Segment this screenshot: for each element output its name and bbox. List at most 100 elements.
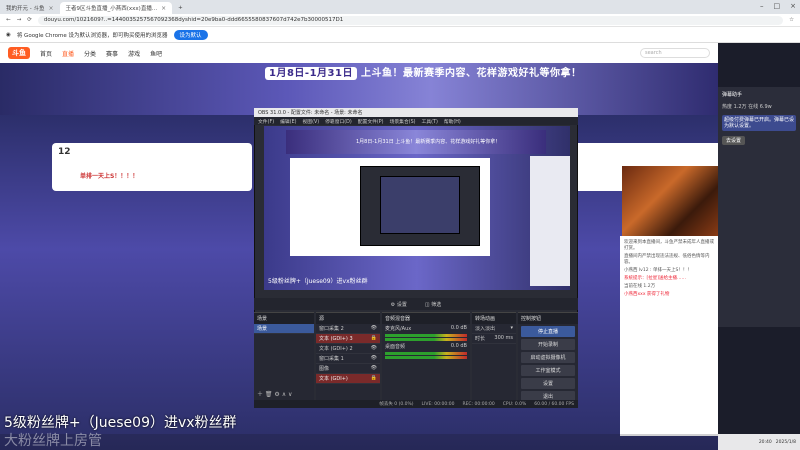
nav-games[interactable]: 游戏 xyxy=(128,49,140,58)
scene-item[interactable]: 场景 xyxy=(254,324,314,334)
volume-slider[interactable] xyxy=(385,338,467,341)
set-default-button[interactable]: 设为默认 xyxy=(173,29,208,40)
source-item[interactable]: 图像 👁 xyxy=(316,364,380,374)
nav-live[interactable]: 直播 xyxy=(62,49,74,58)
menu-edit[interactable]: 编辑(E) xyxy=(280,118,296,125)
source-item[interactable]: 文本 (GDI+) 3 🔒 xyxy=(316,334,380,344)
clock-time: 20:40 xyxy=(758,439,772,445)
forward-icon[interactable]: → xyxy=(17,17,22,23)
overlay-caption-2: 大粉丝牌上房管 xyxy=(4,433,102,449)
eye-icon[interactable]: 👁 xyxy=(371,365,377,372)
nav-yuba[interactable]: 鱼吧 xyxy=(150,49,162,58)
browser-tab-active[interactable]: 王者9区斗鱼直播_小燕西(xxx)直播... × xyxy=(59,2,173,14)
reload-icon[interactable]: ⟳ xyxy=(27,17,32,23)
menu-profile[interactable]: 配置文件(P) xyxy=(358,118,384,125)
settings-button[interactable]: 去设置 xyxy=(722,136,746,145)
studio-mode-button[interactable]: 工作室模式 xyxy=(521,365,575,376)
status-live: LIVE: 00:00:00 xyxy=(421,401,455,407)
menu-file[interactable]: 文件(F) xyxy=(258,118,274,125)
virtual-camera-button[interactable]: 启动虚拟摄像机 xyxy=(521,352,575,363)
source-item[interactable]: 窗口采集 1 👁 xyxy=(316,354,380,364)
source-item[interactable]: 文本 (GDI+) 2 👁 xyxy=(316,344,380,354)
source-label: 图像 xyxy=(319,366,330,372)
nav-events[interactable]: 赛事 xyxy=(106,49,118,58)
dock-title: 源 xyxy=(316,313,380,324)
dock-title: 转场动画 xyxy=(472,313,516,324)
url-input[interactable]: douyu.com/1021609?..=1440035257567092368… xyxy=(37,15,784,25)
transition-type: 淡入淡出 xyxy=(475,326,496,332)
start-recording-button[interactable]: 开始录制 xyxy=(521,339,575,350)
bookmark-icon[interactable]: ☆ xyxy=(789,17,794,23)
source-item[interactable]: 窗口采集 2 👁 xyxy=(316,324,380,334)
eye-icon[interactable]: 👁 xyxy=(371,355,377,362)
channel-db: 0.0 dB xyxy=(450,343,467,349)
eye-icon[interactable]: 👁 xyxy=(371,345,377,352)
site-logo[interactable]: 斗鱼 xyxy=(8,47,30,59)
preview-caption: 5级粉丝牌+（Juese09）进vx粉丝群 xyxy=(268,278,368,285)
chat-line: 欢迎来到本直播间，斗鱼严禁未成年人直播或打赏。 xyxy=(624,240,714,251)
nav-category[interactable]: 分类 xyxy=(84,49,96,58)
mixer-channel: 桌面音频 0.0 dB xyxy=(382,342,470,351)
volume-meter xyxy=(385,352,467,355)
status-rec: REC: 00:00:00 xyxy=(462,401,495,407)
sources-dock: 源 窗口采集 2 👁 文本 (GDI+) 3 🔒 文本 (GDI+) 2 👁 窗口采集… xyxy=(316,312,380,400)
site-header: 斗鱼 首页 直播 分类 赛事 游戏 鱼吧 search xyxy=(0,43,718,63)
chat-panel: 欢迎来到本直播间，斗鱼严禁未成年人直播或打赏。 直播间内严禁出现违法违规、低俗色… xyxy=(620,236,718,436)
menu-scene-collection[interactable]: 场景集合(S) xyxy=(390,118,416,125)
window-controls: – □ × xyxy=(760,2,796,10)
game-thumbnail[interactable] xyxy=(622,166,718,236)
stat-heat: 热度 1.2万 xyxy=(722,104,747,110)
back-icon[interactable]: ← xyxy=(6,17,11,23)
clock-date: 2025/1/8 xyxy=(775,439,796,445)
search-input[interactable]: search xyxy=(640,48,710,58)
settings-button[interactable]: 设置 xyxy=(521,378,575,389)
filter-tool[interactable]: ◫ 筛选 xyxy=(425,301,441,308)
stop-streaming-button[interactable]: 停止直播 xyxy=(521,326,575,337)
dock-title: 音频混音器 xyxy=(382,313,470,324)
chat-line: 小燕西 lv12 : 单排一天上S！！！ xyxy=(624,268,692,273)
banner-slogan: 上斗鱼！最新赛季内容、花样游戏好礼等你拿！ xyxy=(360,68,582,79)
source-item[interactable]: 文本 (GDI+) 🔒 xyxy=(316,374,380,384)
chrome-icon: ◉ xyxy=(6,31,11,38)
lock-icon[interactable]: 🔒 xyxy=(371,335,377,342)
filter-label: 筛选 xyxy=(431,301,442,308)
address-bar-row: ← → ⟳ douyu.com/1021609?..=1440035257567… xyxy=(0,14,800,27)
new-tab-button[interactable]: + xyxy=(172,2,189,14)
source-label: 文本 (GDI+) 2 xyxy=(319,346,353,352)
panel-stats: 热度 1.2万 在线 6.9w xyxy=(722,103,796,110)
volume-slider[interactable] xyxy=(385,356,467,359)
scene-label: 场景 xyxy=(257,326,268,332)
source-label: 文本 (GDI+) 3 xyxy=(319,336,353,342)
minimize-icon[interactable]: – xyxy=(760,2,764,10)
menu-tools[interactable]: 工具(T) xyxy=(422,118,438,125)
dock-title: 场景 xyxy=(254,313,314,324)
stream-title: 单排一天上S！！！！ xyxy=(80,173,139,180)
source-label: 窗口采集 1 xyxy=(319,356,344,362)
mixer-channel: 麦克风/Aux 0.0 dB xyxy=(382,324,470,333)
settings-label: 设置 xyxy=(396,301,407,308)
chat-line: 当前在线 1.2万 xyxy=(624,284,656,289)
close-icon[interactable]: × xyxy=(161,5,166,12)
panel-notice: 超级付费弹幕已开启。弹幕已设为默认设置。 xyxy=(722,115,796,131)
nav-home[interactable]: 首页 xyxy=(40,49,52,58)
transition-select[interactable]: 淡入淡出 ▾ xyxy=(472,324,516,334)
lock-icon[interactable]: 🔒 xyxy=(371,375,377,382)
maximize-icon[interactable]: □ xyxy=(774,2,781,10)
close-icon[interactable]: × xyxy=(48,5,53,12)
browser-tab-bar: 我的开元 - 斗鱼 × 王者9区斗鱼直播_小燕西(xxx)直播... × + xyxy=(0,0,800,14)
panel-header: 弹幕助手 xyxy=(722,92,743,98)
eye-icon[interactable]: 👁 xyxy=(371,325,377,332)
scene-buttons[interactable]: ＋ 🗑 ⚙ ∧ ∨ xyxy=(257,389,292,398)
browser-tab[interactable]: 我的开元 - 斗鱼 × xyxy=(0,2,60,14)
transition-duration[interactable]: 时长 300 ms xyxy=(472,334,516,344)
close-window-icon[interactable]: × xyxy=(790,2,796,10)
status-cpu: CPU: 0.0% xyxy=(502,401,527,407)
menu-docks[interactable]: 停靠窗口(D) xyxy=(325,118,352,125)
channel-db: 0.0 dB xyxy=(450,325,467,331)
menu-view[interactable]: 视图(V) xyxy=(302,118,319,125)
bottom-strip xyxy=(0,434,718,450)
scenes-dock: 场景 场景 ＋ 🗑 ⚙ ∧ ∨ xyxy=(254,312,314,400)
menu-help[interactable]: 帮助(H) xyxy=(444,118,461,125)
settings-tool[interactable]: ⚙ 设置 xyxy=(391,301,407,308)
channel-name: 麦克风/Aux xyxy=(385,326,412,332)
